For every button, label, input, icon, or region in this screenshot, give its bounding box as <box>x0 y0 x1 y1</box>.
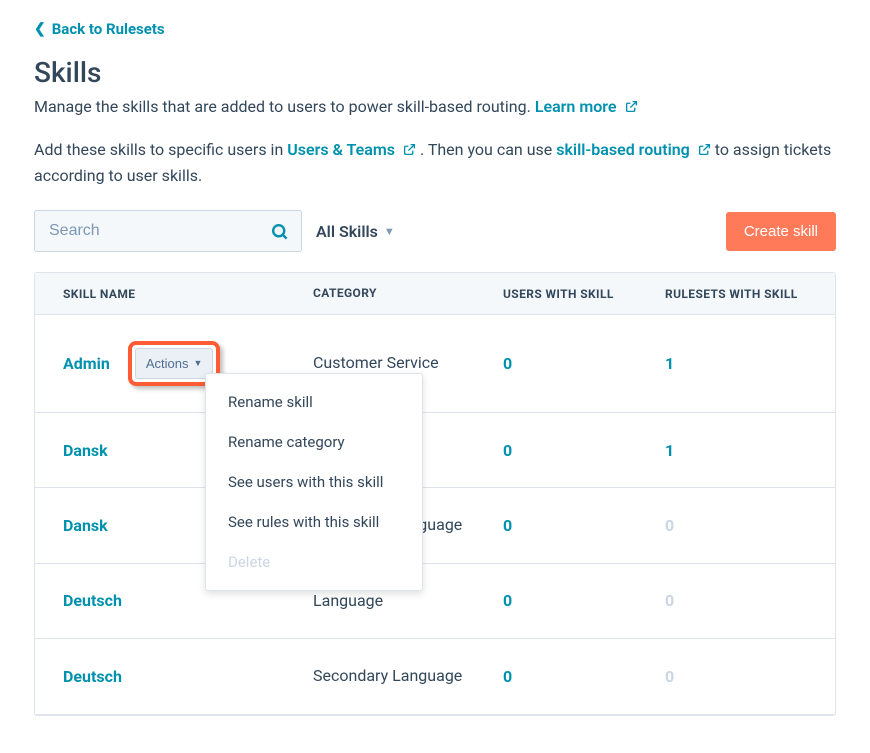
page-description: Manage the skills that are added to user… <box>34 95 836 119</box>
col-header-name: SKILL NAME <box>63 287 313 301</box>
skill-name-link[interactable]: Dansk <box>63 516 108 535</box>
chevron-left-icon: ❮ <box>34 21 46 37</box>
table-row: Dansk Secondary Language 0 0 <box>35 488 835 563</box>
skill-name-link[interactable]: Deutsch <box>63 591 122 610</box>
back-to-rulesets-link[interactable]: ❮ Back to Rulesets <box>34 20 836 38</box>
users-count-link[interactable]: 0 <box>503 516 512 535</box>
external-link-icon <box>625 100 638 113</box>
table-row: Deutsch Language 0 0 <box>35 564 835 639</box>
table-row: Deutsch Secondary Language 0 0 <box>35 639 835 714</box>
col-header-users: USERS WITH SKILL <box>503 287 665 301</box>
menu-see-rules[interactable]: See rules with this skill <box>206 502 422 542</box>
page-title: Skills <box>34 56 836 89</box>
filter-label: All Skills <box>316 222 378 241</box>
menu-delete: Delete <box>206 542 422 582</box>
back-link-label: Back to Rulesets <box>52 20 165 38</box>
cell-category: Customer Service <box>313 352 503 374</box>
search-input[interactable] <box>47 221 270 241</box>
caret-down-icon: ▼ <box>193 358 202 368</box>
rules-count: 0 <box>665 591 674 610</box>
menu-rename-category[interactable]: Rename category <box>206 422 422 462</box>
page-subdescription: Add these skills to specific users in Us… <box>34 137 836 188</box>
table-row: Admin Actions ▼ Customer Service 0 1 Ren… <box>35 315 835 413</box>
users-count-link[interactable]: 0 <box>503 591 512 610</box>
col-header-rules: RULESETS WITH SKILL <box>665 287 807 301</box>
search-icon <box>270 222 289 241</box>
skill-based-routing-link[interactable]: skill-based routing <box>556 140 714 159</box>
skill-name-link[interactable]: Admin <box>63 354 110 373</box>
external-link-icon <box>403 143 416 156</box>
skill-name-link[interactable]: Dansk <box>63 441 108 460</box>
rules-count-link[interactable]: 1 <box>665 354 674 373</box>
cell-category: Language <box>313 590 503 612</box>
rules-count: 0 <box>665 516 674 535</box>
users-teams-link[interactable]: Users & Teams <box>287 140 420 159</box>
users-count-link[interactable]: 0 <box>503 667 512 686</box>
col-header-category: CATEGORY <box>313 285 503 302</box>
cell-category: Secondary Language <box>313 665 503 687</box>
table-header-row: SKILL NAME CATEGORY USERS WITH SKILL RUL… <box>35 273 835 315</box>
actions-button[interactable]: Actions ▼ <box>135 348 214 379</box>
rules-count: 0 <box>665 667 674 686</box>
users-count-link[interactable]: 0 <box>503 441 512 460</box>
users-count-link[interactable]: 0 <box>503 354 512 373</box>
external-link-icon <box>698 143 711 156</box>
rules-count-link[interactable]: 1 <box>665 441 674 460</box>
table-row: Dansk Language 0 1 <box>35 413 835 488</box>
learn-more-link[interactable]: Learn more <box>535 97 638 116</box>
menu-rename-skill[interactable]: Rename skill <box>206 382 422 422</box>
create-skill-button[interactable]: Create skill <box>726 212 836 251</box>
skills-table: SKILL NAME CATEGORY USERS WITH SKILL RUL… <box>34 272 836 715</box>
actions-dropdown-menu: Rename skill Rename category See users w… <box>205 373 423 591</box>
caret-down-icon: ▼ <box>384 225 395 238</box>
category-filter-dropdown[interactable]: All Skills ▼ <box>316 222 395 241</box>
skill-name-link[interactable]: Deutsch <box>63 667 122 686</box>
search-box[interactable] <box>34 210 302 252</box>
menu-see-users[interactable]: See users with this skill <box>206 462 422 502</box>
